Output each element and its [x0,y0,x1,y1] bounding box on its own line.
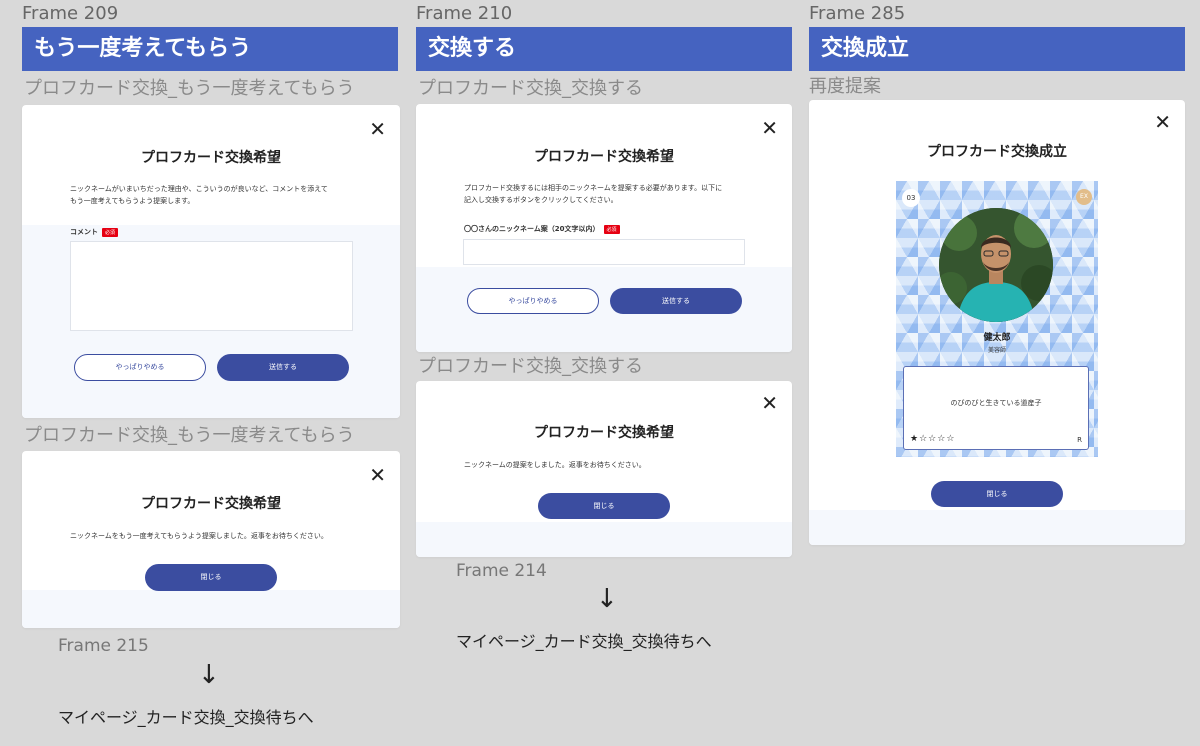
close-button[interactable]: 閉じる [538,493,670,519]
close-icon[interactable]: ✕ [761,393,778,413]
section-banner: 交換成立 [809,27,1185,71]
frame-label: Frame 209 [22,3,119,24]
exchange-complete-modal: ✕ プロフカード交換成立 03 EX 健太郎 美容師 のびのびと生きている道産子… [809,100,1185,545]
comment-label: コメント 必須 [70,227,119,237]
rarity-label: R [1077,436,1082,444]
modal-lower-area [809,510,1185,545]
required-badge: 必須 [603,224,620,234]
next-frame-label: Frame 214 [456,561,547,581]
required-badge: 必須 [102,227,119,237]
modal-title: プロフカード交換希望 [141,150,281,166]
arrow-down-icon: ↓ [198,660,220,690]
field-label-text: 〇〇さんのニックネーム案（20文字以内） [464,225,600,233]
next-frame-label: Frame 215 [58,636,149,656]
section-banner: 交換する [416,27,792,71]
field-label-text: コメント [70,228,98,236]
cancel-button[interactable]: やっぱりやめる [467,288,599,314]
close-button[interactable]: 閉じる [931,481,1063,507]
frame-label: Frame 285 [809,3,906,24]
ex-badge: EX [1076,189,1092,205]
comment-modal: ✕ プロフカード交換希望 ニックネームがいまいちだった理由や、こういうのが良いな… [22,105,400,418]
arrow-down-icon: ↓ [596,584,618,614]
card-role: 美容師 [987,347,1006,354]
comment-textarea[interactable] [70,241,353,331]
close-icon[interactable]: ✕ [369,465,386,485]
card-catchphrase: のびのびと生きている道産子 [950,399,1042,407]
next-page-link: マイページ_カード交換_交換待ちへ [58,708,314,727]
modal-sub-label: プロフカード交換_交換する [418,356,643,377]
modal-description: ニックネームをもう一度考えてもらうよう提案しました。返事をお待ちください。 [70,532,328,540]
card-comment-box: のびのびと生きている道産子 ★☆☆☆☆ R [903,366,1089,450]
modal-description: プロフカード交換するには相手のニックネームを提案する必要があります。以下に 記入… [464,184,723,204]
modal-sub-label: プロフカード交換_交換する [418,78,643,99]
card-name: 健太郎 [983,333,1011,343]
profile-card[interactable]: 03 EX 健太郎 美容師 のびのびと生きている道産子 ★☆☆☆☆ R [896,181,1098,457]
modal-sub-label: プロフカード交換_もう一度考えてもらう [24,78,355,99]
card-number-badge: 03 [902,189,920,207]
star-empty-icon: ☆ [937,434,947,444]
modal-description: ニックネームがいまいちだった理由や、こういうのが良いなど、コメントを添えて もう… [70,185,328,205]
close-icon[interactable]: ✕ [1154,112,1171,132]
star-empty-icon: ☆ [919,434,929,444]
star-icon: ★ [910,434,920,444]
nickname-label: 〇〇さんのニックネーム案（20文字以内） 必須 [464,224,620,234]
modal-lower-area [416,522,792,557]
modal-sub-label: プロフカード交換_もう一度考えてもらう [24,425,355,446]
confirmation-modal: ✕ プロフカード交換希望 ニックネームの提案をしました。返事をお待ちください。 … [416,381,792,557]
confirmation-modal: ✕ プロフカード交換希望 ニックネームをもう一度考えてもらうよう提案しました。返… [22,451,400,628]
modal-title: プロフカード交換希望 [534,149,674,165]
close-icon[interactable]: ✕ [369,119,386,139]
close-icon[interactable]: ✕ [761,118,778,138]
nickname-input[interactable] [463,239,745,265]
frame-label: Frame 210 [416,3,513,24]
section-banner: もう一度考えてもらう [22,27,398,71]
submit-button[interactable]: 送信する [610,288,742,314]
submit-button[interactable]: 送信する [217,354,349,381]
star-empty-icon: ☆ [928,434,938,444]
modal-lower-area [22,590,400,628]
next-page-link: マイページ_カード交換_交換待ちへ [456,632,712,651]
star-rating: ★☆☆☆☆ [910,434,955,444]
close-button[interactable]: 閉じる [145,564,277,591]
modal-title: プロフカード交換希望 [141,496,281,512]
modal-sub-label: 再度提案 [809,76,881,97]
cancel-button[interactable]: やっぱりやめる [74,354,206,381]
avatar [939,208,1053,322]
modal-title: プロフカード交換成立 [927,144,1067,160]
modal-title: プロフカード交換希望 [534,425,674,441]
star-empty-icon: ☆ [946,434,956,444]
nickname-modal: ✕ プロフカード交換希望 プロフカード交換するには相手のニックネームを提案する必… [416,104,792,352]
modal-description: ニックネームの提案をしました。返事をお待ちください。 [464,461,646,469]
